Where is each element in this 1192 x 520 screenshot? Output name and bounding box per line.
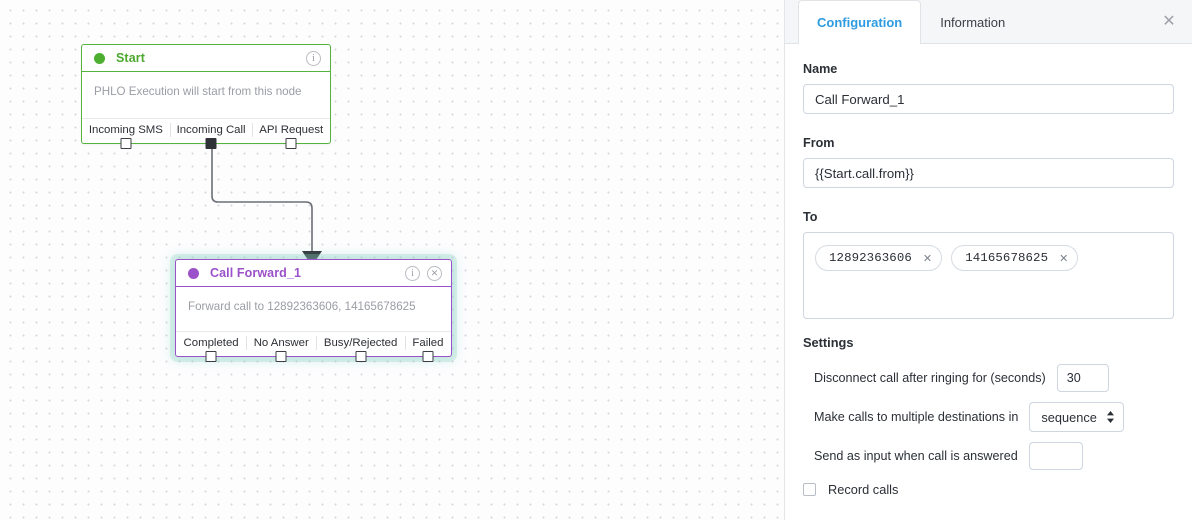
port-handle-api-request[interactable] (285, 138, 297, 149)
port-failed[interactable]: Failed (404, 332, 451, 362)
node-call-forward-description: Forward call to 12892363606, 14165678625 (176, 287, 451, 331)
node-start-description: PHLO Execution will start from this node (82, 72, 330, 118)
port-handle-no-answer[interactable] (275, 351, 287, 362)
destination-mode-select[interactable]: sequence (1029, 402, 1124, 432)
port-api-request[interactable]: API Request (252, 119, 330, 149)
chip-destination[interactable]: 12892363606 ✕ (815, 245, 943, 271)
to-label: To (803, 210, 818, 224)
port-label: Completed (183, 337, 239, 349)
tab-information[interactable]: Information (921, 0, 1024, 43)
port-handle-incoming-sms[interactable] (120, 138, 132, 149)
to-chips-field[interactable]: 12892363606 ✕ 14165678625 ✕ (803, 232, 1174, 319)
port-label: Failed (412, 337, 444, 349)
chip-destination[interactable]: 14165678625 ✕ (951, 245, 1079, 271)
name-input[interactable] (803, 84, 1174, 114)
port-label: Incoming SMS (88, 124, 163, 136)
port-label: API Request (259, 124, 324, 136)
port-label: No Answer (253, 337, 309, 349)
port-incoming-call[interactable]: Incoming Call (169, 119, 253, 149)
record-calls-label: Record calls (828, 482, 899, 497)
setting-send-as-input: Send as input when call is answered (814, 442, 1174, 470)
panel-tabbar: Configuration Information ✕ (785, 0, 1192, 44)
chip-remove-icon[interactable]: ✕ (923, 252, 932, 265)
port-handle-failed[interactable] (422, 351, 434, 362)
port-handle-busy-rejected[interactable] (355, 351, 367, 362)
setting-label: Make calls to multiple destinations in (814, 410, 1019, 424)
settings-heading: Settings (803, 335, 854, 350)
port-label: Incoming Call (176, 124, 246, 136)
chevron-updown-icon (1106, 411, 1115, 423)
panel-body: Name From To 12892363606 ✕ 14165678625 ✕… (785, 44, 1192, 520)
port-incoming-sms[interactable]: Incoming SMS (82, 119, 170, 149)
node-call-forward[interactable]: Call Forward_1 i ✕ Forward call to 12892… (175, 259, 452, 362)
port-handle-completed[interactable] (205, 351, 217, 362)
chip-value: 12892363606 (829, 251, 912, 265)
port-no-answer[interactable]: No Answer (246, 332, 316, 362)
record-calls-checkbox[interactable] (803, 483, 816, 496)
node-start[interactable]: Start i PHLO Execution will start from t… (81, 44, 331, 149)
phlo-editor: Start i PHLO Execution will start from t… (0, 0, 1192, 520)
port-completed[interactable]: Completed (176, 332, 246, 362)
chip-remove-icon[interactable]: ✕ (1059, 252, 1068, 265)
setting-disconnect-after: Disconnect call after ringing for (secon… (814, 364, 1174, 392)
from-input[interactable] (803, 158, 1174, 188)
node-call-forward-title: Call Forward_1 (210, 266, 302, 280)
node-status-dot (188, 267, 199, 279)
node-start-ports: Incoming SMS Incoming Call API Request (82, 118, 330, 149)
chip-value: 14165678625 (965, 251, 1049, 265)
name-label: Name (803, 62, 838, 76)
close-icon[interactable]: ✕ (1160, 13, 1178, 31)
port-handle-incoming-call[interactable] (205, 138, 217, 149)
info-icon[interactable]: i (405, 265, 420, 281)
flow-canvas[interactable]: Start i PHLO Execution will start from t… (0, 0, 784, 520)
disconnect-seconds-input[interactable] (1056, 364, 1109, 392)
node-start-title: Start (116, 51, 145, 65)
port-busy-rejected[interactable]: Busy/Rejected (316, 332, 405, 362)
setting-label: Disconnect call after ringing for (secon… (814, 371, 1046, 385)
tab-configuration[interactable]: Configuration (798, 0, 922, 44)
port-label: Busy/Rejected (323, 337, 398, 349)
close-circle-icon[interactable]: ✕ (427, 265, 442, 281)
from-label: From (803, 136, 835, 150)
setting-record-calls[interactable]: Record calls (803, 482, 1174, 497)
configuration-panel: Configuration Information ✕ Name From To… (784, 0, 1192, 520)
select-value: sequence (1041, 409, 1097, 425)
info-icon[interactable]: i (306, 50, 321, 66)
node-status-dot (94, 52, 105, 64)
setting-multiple-destinations: Make calls to multiple destinations in s… (814, 402, 1174, 432)
node-call-forward-ports: Completed No Answer Busy/Rejected Failed (176, 331, 451, 362)
send-input-field[interactable] (1028, 442, 1083, 470)
node-call-forward-header: Call Forward_1 i ✕ (176, 260, 451, 287)
setting-label: Send as input when call is answered (814, 449, 1018, 463)
node-start-header: Start i (82, 45, 330, 72)
